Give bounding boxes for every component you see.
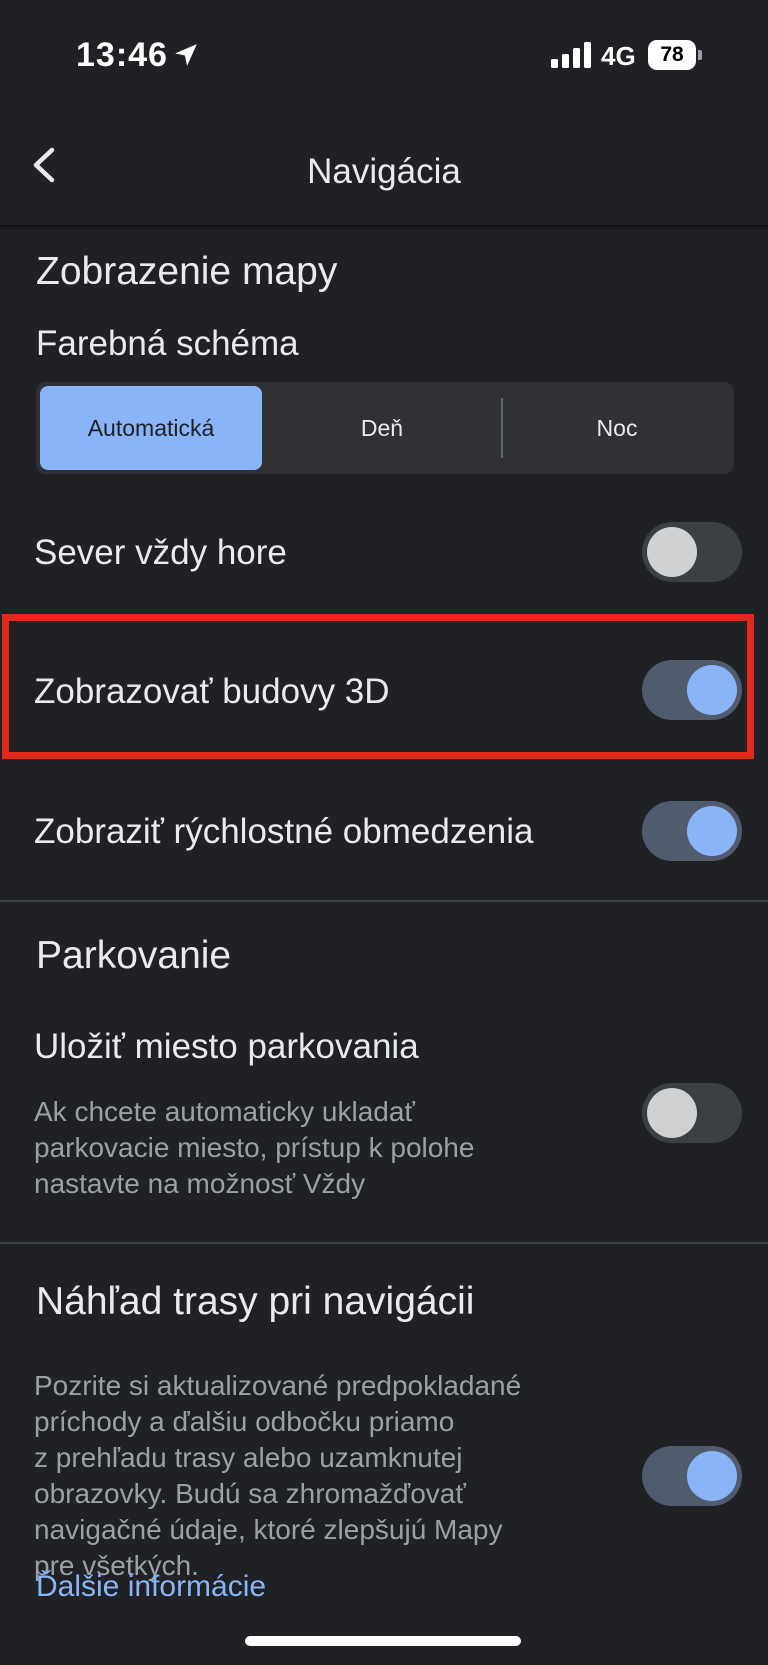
toggle-knob <box>687 1451 737 1501</box>
description-line: z prehľadu trasy alebo uzamknutej <box>34 1442 463 1473</box>
description-line: parkovacie miesto, prístup k polohe <box>34 1132 475 1163</box>
status-bar: 13:46 4G 78 <box>0 0 768 110</box>
section-title-parking: Parkovanie <box>36 934 232 977</box>
north-up-toggle[interactable] <box>642 522 742 582</box>
toggle-knob <box>647 527 697 577</box>
toggle-knob <box>687 665 737 715</box>
description-line: navigačné údaje, ktoré zlepšujú Mapy <box>34 1514 503 1545</box>
network-type: 4G <box>601 41 636 71</box>
section-title-map-display: Zobrazenie mapy <box>36 250 338 293</box>
segment-divider <box>501 398 503 458</box>
section-divider <box>0 900 768 902</box>
color-scheme-label: Farebná schéma <box>36 324 299 363</box>
buildings-3d-label: Zobrazovať budovy 3D <box>34 672 390 711</box>
save-parking-description: Ak chcete automaticky ukladať parkovacie… <box>34 1094 474 1202</box>
toggle-knob <box>687 806 737 856</box>
north-up-label: Sever vždy hore <box>34 533 287 572</box>
status-time: 13:46 <box>76 36 168 74</box>
description-line: obrazovky. Budú sa zhromažďovať <box>34 1478 466 1509</box>
section-title-route-preview: Náhľad trasy pri navigácii <box>36 1280 475 1323</box>
color-scheme-segmented-control: Automatická Deň Noc <box>36 382 734 474</box>
section-divider <box>0 1242 768 1244</box>
color-scheme-option-night[interactable]: Noc <box>504 386 730 470</box>
color-scheme-option-day[interactable]: Deň <box>266 386 498 470</box>
battery-icon: 78 <box>648 40 702 70</box>
location-arrow-icon <box>175 44 197 66</box>
description-line: príchody a ďalšiu odbočku priamo <box>34 1406 455 1437</box>
color-scheme-option-automatic[interactable]: Automatická <box>40 386 262 470</box>
cellular-signal-icon <box>551 42 591 68</box>
more-info-link[interactable]: Ďalšie informácie <box>36 1570 266 1604</box>
description-line: nastavte na možnosť Vždy <box>34 1168 366 1199</box>
description-line: Pozrite si aktualizované predpokladané <box>34 1370 522 1401</box>
battery-level: 78 <box>660 43 684 66</box>
home-indicator[interactable] <box>245 1636 521 1646</box>
save-parking-toggle[interactable] <box>642 1083 742 1143</box>
speed-limits-label: Zobraziť rýchlostné obmedzenia <box>34 812 534 851</box>
description-line: Ak chcete automaticky ukladať <box>34 1096 415 1127</box>
buildings-3d-toggle[interactable] <box>642 660 742 720</box>
page-title: Navigácia <box>307 152 461 191</box>
app-header: Navigácia <box>0 110 768 226</box>
speed-limits-toggle[interactable] <box>642 801 742 861</box>
navigation-settings-screen: 13:46 4G 78 Navigácia Zobrazenie mapy Fa… <box>0 0 768 1665</box>
save-parking-label: Uložiť miesto parkovania <box>34 1027 419 1066</box>
route-preview-toggle[interactable] <box>642 1446 742 1506</box>
route-preview-description: Pozrite si aktualizované predpokladané p… <box>34 1368 521 1584</box>
toggle-knob <box>647 1088 697 1138</box>
